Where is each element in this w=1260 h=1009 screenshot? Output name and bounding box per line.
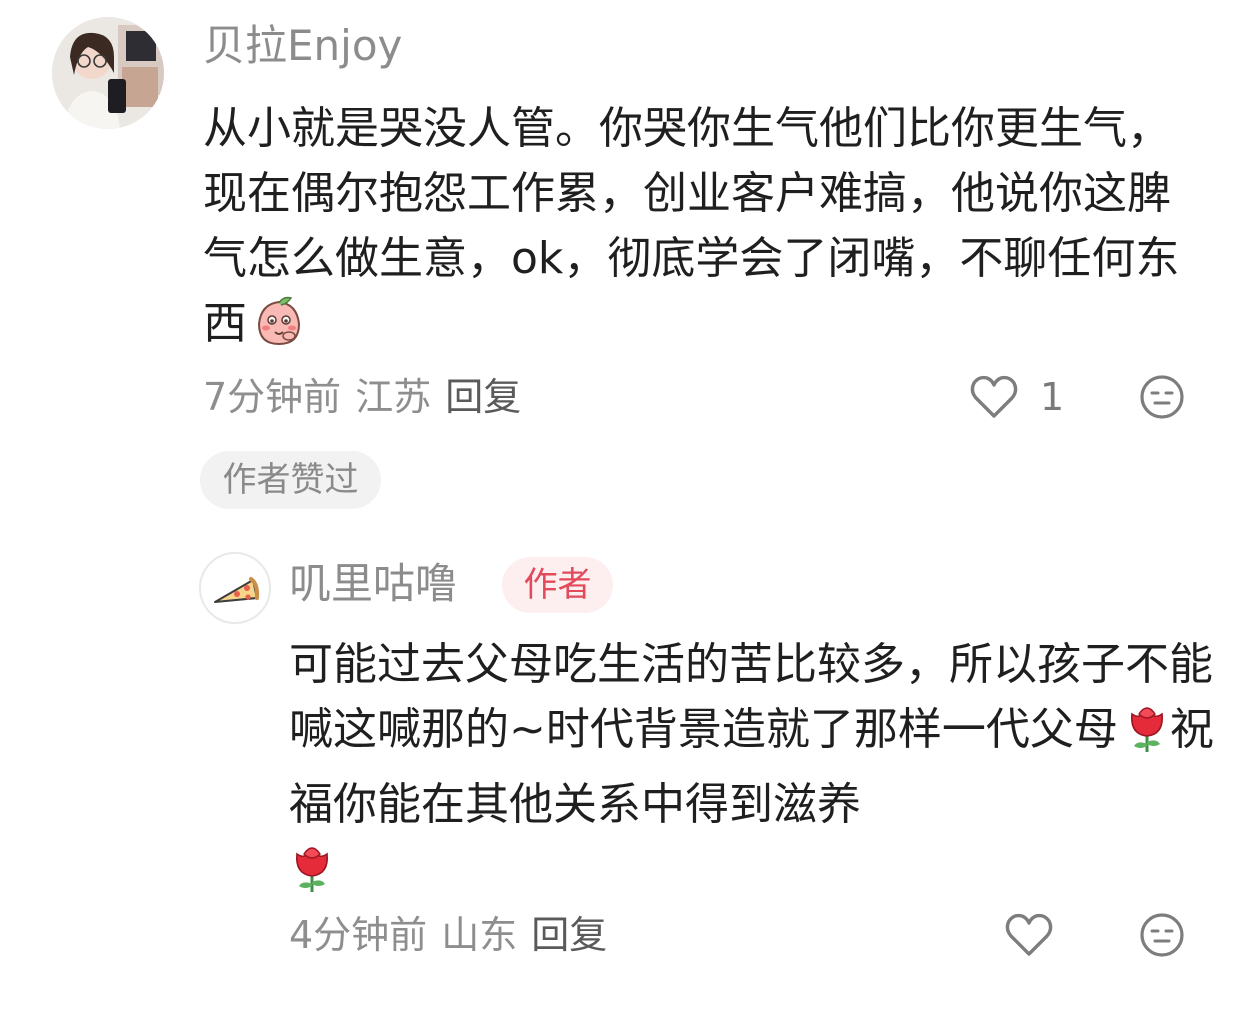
author-avatar[interactable] — [199, 552, 271, 624]
reply-meta: 4分钟前 山东 回复 — [289, 910, 621, 960]
shy-peach-emoji-icon — [253, 296, 305, 366]
reply-location: 山东 — [441, 913, 518, 957]
heart-icon — [970, 375, 1018, 418]
user-avatar[interactable] — [52, 17, 164, 129]
like-button[interactable] — [968, 372, 1020, 422]
comment-time: 7分钟前 — [203, 375, 342, 419]
heart-icon — [1005, 913, 1053, 956]
comment-text: 从小就是哭没人管。你哭你生气他们比你更生气，现在偶尔抱怨工作累，创业客户难搞，他… — [203, 96, 1193, 366]
dislike-button[interactable] — [1137, 910, 1187, 960]
reply-text: 可能过去父母吃生活的苦比较多，所以孩子不能喊这喊那的~时代背景造就了那样一代父母… — [289, 632, 1219, 912]
author-liked-badge: 作者赞过 — [200, 451, 381, 509]
meh-face-icon — [1140, 375, 1184, 419]
reply-time: 4分钟前 — [289, 913, 428, 957]
comment-location: 江苏 — [355, 375, 432, 419]
comment-text-content: 从小就是哭没人管。你哭你生气他们比你更生气，现在偶尔抱怨工作累，创业客户难搞，他… — [203, 103, 1180, 349]
dislike-button[interactable] — [1137, 372, 1187, 422]
woman-selfie-avatar-icon — [52, 17, 164, 129]
author-badge: 作者 — [502, 557, 613, 613]
meh-face-icon — [1140, 913, 1184, 957]
reply-text-part1: 可能过去父母吃生活的苦比较多，所以孩子不能喊这喊那的~时代背景造就了那样一代父母 — [289, 639, 1213, 755]
pizza-slice-avatar-icon — [201, 554, 269, 622]
comment-username[interactable]: 叽里咕噜 — [289, 556, 457, 612]
like-count: 1 — [1040, 375, 1065, 419]
reply-button[interactable]: 回复 — [531, 913, 607, 957]
comment-meta: 7分钟前 江苏 回复 — [203, 372, 535, 422]
reply-button[interactable]: 回复 — [445, 375, 521, 419]
rose-emoji-icon — [1124, 700, 1170, 772]
like-button[interactable] — [1003, 910, 1055, 960]
comment-username[interactable]: 贝拉Enjoy — [203, 18, 402, 74]
rose-emoji-icon — [289, 840, 335, 912]
